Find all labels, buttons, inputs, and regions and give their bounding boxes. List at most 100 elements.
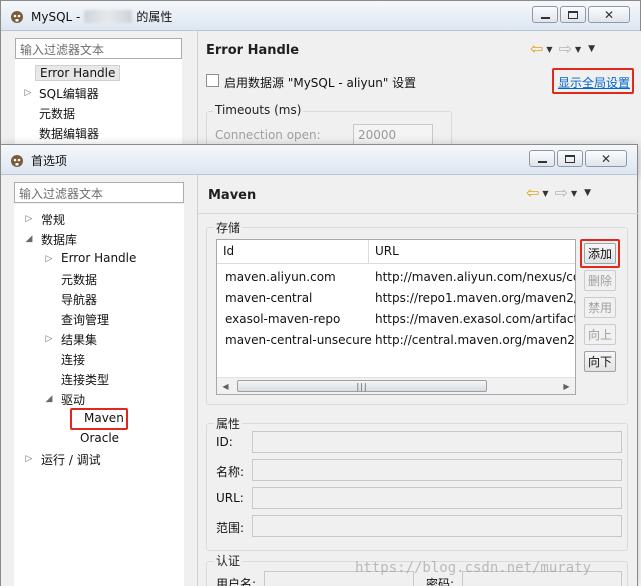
- move-down-button[interactable]: 向下: [584, 351, 616, 372]
- column-header-url[interactable]: URL: [369, 240, 575, 264]
- scroll-left-icon[interactable]: ◀: [217, 378, 234, 394]
- password-label: 密码:: [426, 577, 455, 586]
- name-field[interactable]: [252, 459, 622, 481]
- properties-titlebar: MySQL - 的属性 ✕: [1, 1, 640, 31]
- chevron-down-icon[interactable]: ▼: [575, 45, 581, 54]
- minimize-button[interactable]: [529, 150, 555, 167]
- tree-item-run-debug[interactable]: 运行 / 调试: [41, 451, 101, 468]
- tree-item-connection-types[interactable]: 连接类型: [61, 371, 109, 388]
- scroll-right-icon[interactable]: ▶: [558, 378, 575, 394]
- tree-item-connection[interactable]: 连接: [61, 351, 85, 368]
- tree-item-query-manager[interactable]: 查询管理: [61, 311, 109, 328]
- highlight-box: [70, 408, 128, 430]
- filter-input[interactable]: 输入过滤器文本: [15, 38, 182, 59]
- id-field[interactable]: [252, 431, 622, 453]
- repository-table[interactable]: Id URL maven.aliyun.com http://maven.ali…: [216, 239, 576, 395]
- highlight-box: [580, 239, 620, 268]
- window-title: 首选项: [31, 154, 68, 168]
- column-header-id[interactable]: Id: [217, 240, 369, 264]
- maximize-button[interactable]: [557, 150, 583, 167]
- forward-arrow-icon[interactable]: ⇨: [559, 41, 572, 57]
- table-row-id[interactable]: maven.aliyun.com: [225, 270, 336, 284]
- horizontal-scrollbar[interactable]: ◀ ||| ▶: [217, 377, 575, 394]
- url-field[interactable]: [252, 487, 622, 509]
- scope-field[interactable]: [252, 515, 622, 537]
- scope-label: 范围:: [216, 521, 245, 535]
- table-row-id[interactable]: maven-central: [225, 291, 312, 305]
- expand-icon[interactable]: ▷: [23, 88, 33, 98]
- close-button[interactable]: ✕: [588, 6, 630, 23]
- scroll-thumb[interactable]: |||: [237, 380, 487, 392]
- table-row-url[interactable]: https://maven.exasol.com/artifacto: [375, 312, 575, 326]
- chevron-down-icon[interactable]: ▼: [571, 189, 577, 198]
- close-button[interactable]: ✕: [585, 150, 627, 167]
- view-menu-icon[interactable]: ▼: [584, 188, 591, 198]
- history-nav: ⇦ ▼ ⇨ ▼ ▼: [530, 41, 599, 57]
- tree-item-navigator[interactable]: 导航器: [61, 291, 97, 308]
- url-label: URL:: [216, 491, 244, 505]
- disable-button[interactable]: 禁用: [584, 297, 616, 318]
- tree-item-metadata[interactable]: 元数据: [39, 105, 75, 122]
- back-arrow-icon[interactable]: ⇦: [526, 185, 539, 201]
- table-row-id[interactable]: exasol-maven-repo: [225, 312, 340, 326]
- tree-item-metadata[interactable]: 元数据: [61, 271, 97, 288]
- preferences-tree: ▷ 常规 ◢ 数据库 ▷ Error Handle 元数据 导航器 查询管理 ▷…: [14, 204, 184, 586]
- storage-group-title: 存储: [214, 219, 243, 236]
- expand-icon[interactable]: ▷: [24, 454, 34, 464]
- tree-item-error-handle[interactable]: Error Handle: [35, 65, 121, 81]
- back-arrow-icon[interactable]: ⇦: [530, 41, 543, 57]
- enable-datasource-checkbox[interactable]: [206, 74, 219, 87]
- id-label: ID:: [216, 435, 233, 449]
- highlight-box: [552, 68, 634, 94]
- watermark-text: https://blog.csdn.net/muraty: [355, 560, 592, 576]
- dbeaver-icon: [11, 11, 23, 23]
- table-row-url[interactable]: http://maven.aliyun.com/nexus/cor: [375, 270, 575, 284]
- filter-input[interactable]: 输入过滤器文本: [14, 182, 184, 203]
- enable-datasource-label: 启用数据源 "MySQL - aliyun" 设置: [224, 76, 417, 90]
- preferences-window: 首选项 ✕ 输入过滤器文本 ▷ 常规 ◢ 数据库 ▷ Error Handle …: [0, 144, 638, 586]
- page-title: Maven: [208, 188, 257, 203]
- username-label: 用户名:: [216, 577, 257, 586]
- expand-icon[interactable]: ▷: [24, 214, 34, 224]
- divider: [198, 213, 638, 214]
- maximize-icon: [568, 10, 578, 19]
- minimize-icon: [537, 160, 547, 163]
- window-title: MySQL - 的属性: [31, 10, 173, 24]
- tree-item-database[interactable]: 数据库: [41, 231, 77, 248]
- minimize-button[interactable]: [532, 6, 558, 23]
- table-row-url[interactable]: https://repo1.maven.org/maven2/: [375, 291, 575, 305]
- history-nav: ⇦ ▼ ⇨ ▼ ▼: [526, 185, 595, 201]
- auth-group-title: 认证: [214, 552, 243, 569]
- chevron-down-icon[interactable]: ▼: [546, 45, 552, 54]
- view-menu-icon[interactable]: ▼: [588, 44, 595, 54]
- tree-item-data-editor[interactable]: 数据编辑器: [39, 125, 99, 142]
- tree-item-drivers[interactable]: 驱动: [61, 391, 85, 408]
- name-label: 名称:: [216, 465, 245, 479]
- tree-item-oracle[interactable]: Oracle: [80, 431, 119, 445]
- chevron-down-icon[interactable]: ▼: [542, 189, 548, 198]
- close-icon: ✕: [600, 151, 612, 166]
- delete-button[interactable]: 删除: [584, 270, 616, 291]
- forward-arrow-icon[interactable]: ⇨: [555, 185, 568, 201]
- preferences-content: Maven ⇦ ▼ ⇨ ▼ ▼ 存储 Id URL maven.aliyun.com…: [197, 175, 638, 586]
- collapse-icon[interactable]: ◢: [24, 234, 34, 244]
- collapse-icon[interactable]: ◢: [44, 394, 54, 404]
- connection-open-input[interactable]: 20000: [353, 124, 433, 146]
- preferences-titlebar: 首选项 ✕: [1, 145, 637, 175]
- tree-item-general[interactable]: 常规: [41, 211, 65, 228]
- properties-group-title: 属性: [214, 415, 243, 432]
- expand-icon[interactable]: ▷: [44, 254, 54, 264]
- minimize-icon: [540, 16, 550, 19]
- dbeaver-icon: [11, 155, 23, 167]
- table-row-id[interactable]: maven-central-unsecure: [225, 333, 372, 347]
- table-row-url[interactable]: http://central.maven.org/maven2/: [375, 333, 575, 347]
- tree-item-resultset[interactable]: 结果集: [61, 331, 97, 348]
- page-title: Error Handle: [206, 43, 300, 58]
- tree-item-sql-editor[interactable]: SQL编辑器: [39, 85, 99, 102]
- maximize-icon: [565, 154, 575, 163]
- tree-item-error-handle[interactable]: Error Handle: [61, 251, 136, 265]
- maximize-button[interactable]: [560, 6, 586, 23]
- connection-open-label: Connection open:: [215, 128, 321, 142]
- expand-icon[interactable]: ▷: [44, 334, 54, 344]
- move-up-button[interactable]: 向上: [584, 324, 616, 345]
